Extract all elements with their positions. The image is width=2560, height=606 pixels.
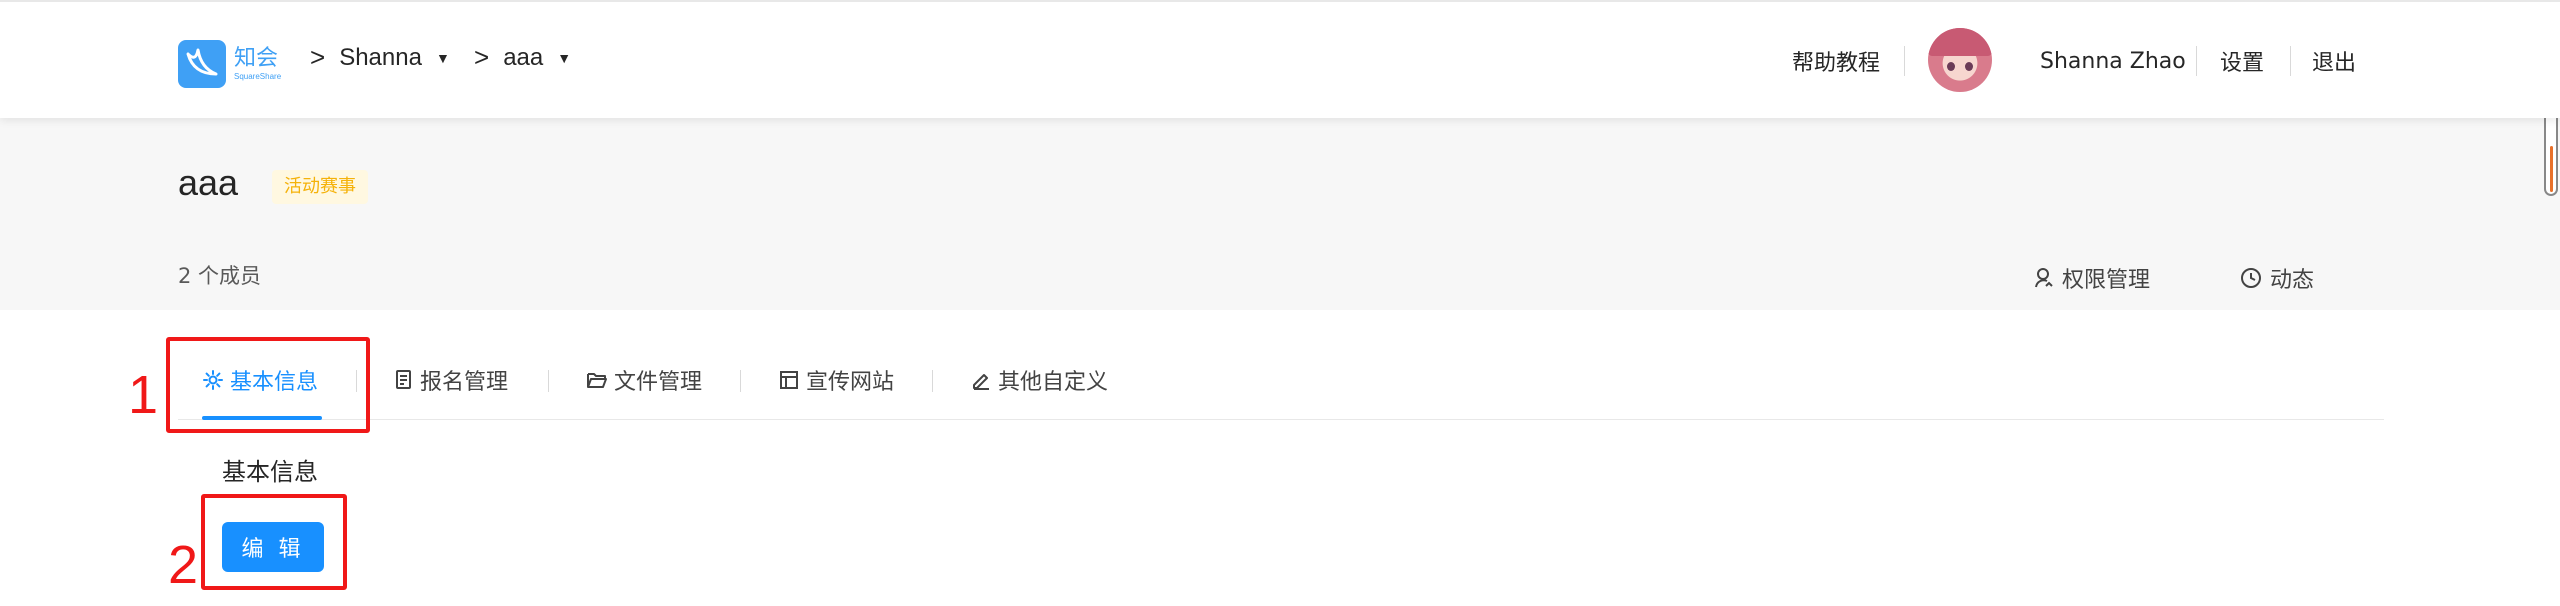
- activity-label: 动态: [2270, 268, 2315, 293]
- breadcrumb-org-label: Shanna: [339, 43, 422, 71]
- tab-custom[interactable]: 其他自定义: [970, 340, 1108, 420]
- divider: [740, 370, 741, 392]
- avatar[interactable]: [1928, 28, 1992, 92]
- divider: [2196, 46, 2197, 76]
- divider: [1904, 46, 1905, 76]
- brand-logo[interactable]: 知会 SquareShare: [178, 40, 281, 88]
- project-title: aaa: [178, 162, 239, 203]
- caret-down-icon: ▼: [435, 49, 450, 66]
- annotation-number: 2: [168, 535, 199, 595]
- annotation-number: 1: [128, 365, 159, 425]
- section-title: 基本信息: [222, 458, 318, 486]
- pencil-icon: [973, 374, 989, 390]
- breadcrumb-project[interactable]: > aaa ▼: [474, 42, 571, 73]
- logo-icon: [178, 40, 226, 88]
- top-navbar: 知会 SquareShare > Shanna ▼ > aaa ▼ 帮助教程 S…: [0, 0, 2560, 118]
- tab-registration[interactable]: 报名管理: [394, 340, 508, 420]
- username-label[interactable]: Shanna Zhao: [2040, 2, 2186, 120]
- scrollbar[interactable]: [2544, 106, 2558, 196]
- clock-icon: [2241, 268, 2261, 288]
- activity-link[interactable]: 动态: [2240, 262, 2314, 294]
- brand-subtitle: SquareShare: [234, 72, 282, 81]
- chevron-right-icon: >: [474, 42, 490, 72]
- logout-link[interactable]: 退出: [2312, 2, 2356, 120]
- annotation-box-button: [201, 494, 347, 590]
- permissions-label: 权限管理: [2062, 268, 2151, 293]
- project-header: [0, 118, 2560, 310]
- user-permission-icon: [2035, 268, 2053, 288]
- divider: [932, 370, 933, 392]
- tab-bar: 基本信息 报名管理 文件管理 宣传网站 其他自定义: [178, 340, 2384, 420]
- scrollbar-thumb[interactable]: [2550, 146, 2553, 192]
- settings-link[interactable]: 设置: [2220, 2, 2264, 120]
- tab-label: 宣传网站: [806, 370, 895, 395]
- tab-label: 文件管理: [614, 370, 703, 395]
- divider: [2290, 46, 2291, 76]
- tab-website[interactable]: 宣传网站: [778, 340, 894, 420]
- annotation-box-tab: [166, 337, 370, 433]
- layout-icon: [780, 371, 798, 389]
- tab-label: 报名管理: [420, 370, 509, 395]
- project-type-tag: 活动赛事: [272, 170, 368, 204]
- breadcrumb-org[interactable]: > Shanna ▼: [310, 42, 450, 73]
- divider: [548, 370, 549, 392]
- caret-down-icon: ▼: [557, 49, 572, 66]
- breadcrumb-project-label: aaa: [503, 43, 544, 71]
- tab-label: 其他自定义: [998, 370, 1109, 395]
- brand-name: 知会: [234, 46, 279, 71]
- help-link[interactable]: 帮助教程: [1792, 2, 1880, 120]
- permissions-link[interactable]: 权限管理: [2034, 262, 2150, 294]
- document-icon: [396, 370, 411, 389]
- chevron-right-icon: >: [310, 42, 326, 72]
- member-count[interactable]: 2 个成员: [178, 260, 261, 290]
- tab-files[interactable]: 文件管理: [586, 340, 702, 420]
- folder-icon: [587, 373, 607, 388]
